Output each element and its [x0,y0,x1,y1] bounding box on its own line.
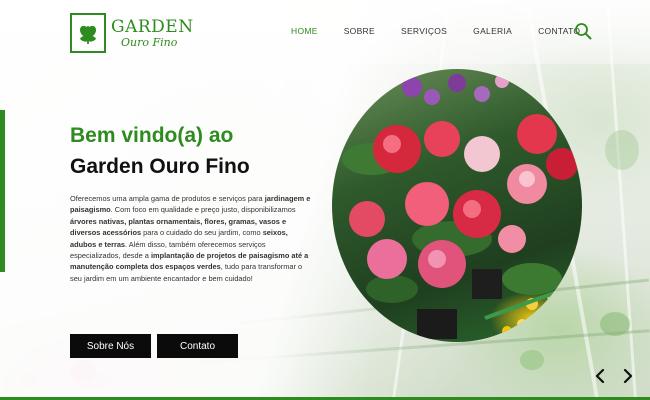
contato-button[interactable]: Contato [157,334,238,358]
brand-tagline: Ouro Fino [121,35,178,49]
leaf-logo-icon [70,13,106,53]
accent-bar [0,110,5,272]
brand-name: GARDEN [111,16,194,37]
nav-item-sobre[interactable]: SOBRE [344,26,375,40]
nav-item-servicos[interactable]: SERVIÇOS [401,26,447,40]
chevron-left-icon[interactable] [589,365,611,387]
flowers-photo [332,69,582,342]
nav-item-galeria[interactable]: GALERIA [473,26,512,40]
sobre-nos-button[interactable]: Sobre Nós [70,334,151,358]
chevron-right-icon[interactable] [617,365,639,387]
hero-title-line2: Garden Ouro Fino [70,155,250,178]
main-nav: HOME SOBRE SERVIÇOS GALERIA CONTATO [291,26,606,40]
carousel-controls [589,363,639,389]
brand-logo[interactable]: GARDEN Ouro Fino [70,12,194,54]
hero-title-line1: Bem vindo(a) ao [70,124,234,147]
search-icon[interactable] [574,22,592,40]
nav-item-home[interactable]: HOME [291,26,318,40]
hero-description: Oferecemos uma ampla gama de produtos e … [70,194,311,283]
